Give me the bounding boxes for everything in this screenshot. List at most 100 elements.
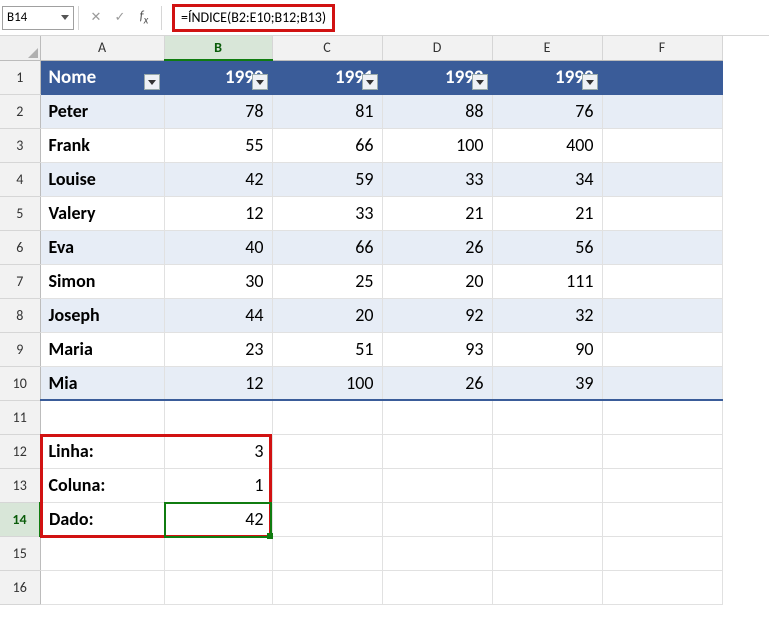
filter-icon[interactable] <box>144 74 160 90</box>
filter-icon[interactable] <box>582 74 598 90</box>
cell[interactable]: Mia <box>40 366 164 400</box>
cell[interactable]: 400 <box>492 128 602 162</box>
cell[interactable] <box>272 434 382 468</box>
cell[interactable] <box>602 94 722 128</box>
cell[interactable] <box>272 536 382 570</box>
cell[interactable] <box>602 230 722 264</box>
cell[interactable]: 30 <box>164 264 272 298</box>
fx-icon[interactable]: fx <box>137 9 151 27</box>
dado-label[interactable]: Dado: <box>40 502 164 536</box>
cell[interactable]: 25 <box>272 264 382 298</box>
cell[interactable]: 20 <box>382 264 492 298</box>
cell[interactable] <box>272 400 382 434</box>
linha-label[interactable]: Linha: <box>40 434 164 468</box>
cell[interactable] <box>40 536 164 570</box>
col-header-F[interactable]: F <box>602 36 722 60</box>
cell[interactable]: Louise <box>40 162 164 196</box>
linha-value[interactable]: 3 <box>164 434 272 468</box>
name-box[interactable]: B14 <box>2 6 74 30</box>
cell[interactable]: 26 <box>382 230 492 264</box>
row-header[interactable]: 1 <box>0 60 40 94</box>
cell[interactable] <box>382 468 492 502</box>
filter-icon[interactable] <box>362 74 378 90</box>
cell[interactable]: 12 <box>164 196 272 230</box>
row-header[interactable]: 7 <box>0 264 40 298</box>
cell[interactable]: Peter <box>40 94 164 128</box>
row-header[interactable]: 2 <box>0 94 40 128</box>
cell[interactable]: 40 <box>164 230 272 264</box>
cell[interactable] <box>382 400 492 434</box>
row-header[interactable]: 13 <box>0 468 40 502</box>
row-header[interactable]: 3 <box>0 128 40 162</box>
col-header-B[interactable]: B <box>164 36 272 60</box>
col-header-C[interactable]: C <box>272 36 382 60</box>
coluna-value[interactable]: 1 <box>164 468 272 502</box>
cell[interactable] <box>602 162 722 196</box>
cell[interactable]: 56 <box>492 230 602 264</box>
cell[interactable]: 100 <box>382 128 492 162</box>
cell[interactable]: 39 <box>492 366 602 400</box>
col-header-A[interactable]: A <box>40 36 164 60</box>
cell[interactable] <box>382 536 492 570</box>
cell[interactable] <box>40 570 164 604</box>
cell[interactable]: 66 <box>272 128 382 162</box>
cell[interactable]: 92 <box>382 298 492 332</box>
row-header[interactable]: 6 <box>0 230 40 264</box>
header-1992[interactable]: 1992 <box>382 60 492 94</box>
row-header[interactable]: 5 <box>0 196 40 230</box>
cell[interactable]: 21 <box>492 196 602 230</box>
cell[interactable] <box>602 298 722 332</box>
cell[interactable] <box>602 332 722 366</box>
cell[interactable]: 34 <box>492 162 602 196</box>
cell[interactable]: 20 <box>272 298 382 332</box>
cell[interactable]: 81 <box>272 94 382 128</box>
row-header[interactable]: 4 <box>0 162 40 196</box>
row-header[interactable]: 11 <box>0 400 40 434</box>
header-1991[interactable]: 1991 <box>272 60 382 94</box>
cell[interactable] <box>382 502 492 536</box>
worksheet-grid[interactable]: A B C D E F 1 Nome 1990 1991 1992 1993 2… <box>0 36 769 605</box>
row-header[interactable]: 16 <box>0 570 40 604</box>
cell[interactable]: 51 <box>272 332 382 366</box>
cell[interactable] <box>382 434 492 468</box>
accept-formula-icon[interactable]: ✓ <box>113 10 127 25</box>
cell[interactable]: 32 <box>492 298 602 332</box>
cell[interactable] <box>602 468 722 502</box>
cell[interactable]: Maria <box>40 332 164 366</box>
cell[interactable]: 93 <box>382 332 492 366</box>
cell[interactable] <box>272 502 382 536</box>
cell[interactable]: 42 <box>164 162 272 196</box>
row-header[interactable]: 10 <box>0 366 40 400</box>
filter-icon[interactable] <box>252 74 268 90</box>
cell[interactable]: Simon <box>40 264 164 298</box>
cell[interactable] <box>602 60 722 94</box>
dado-value[interactable]: 42 <box>164 502 272 536</box>
row-header[interactable]: 9 <box>0 332 40 366</box>
cell[interactable]: 111 <box>492 264 602 298</box>
header-1990[interactable]: 1990 <box>164 60 272 94</box>
cell[interactable]: Frank <box>40 128 164 162</box>
cell[interactable] <box>602 502 722 536</box>
cell[interactable]: 88 <box>382 94 492 128</box>
filter-icon[interactable] <box>472 74 488 90</box>
cell[interactable]: 44 <box>164 298 272 332</box>
select-all-corner[interactable] <box>0 36 40 60</box>
cell[interactable] <box>492 502 602 536</box>
cell[interactable]: 23 <box>164 332 272 366</box>
cell[interactable]: Joseph <box>40 298 164 332</box>
cell[interactable] <box>164 536 272 570</box>
cell[interactable] <box>602 400 722 434</box>
cell[interactable]: 33 <box>272 196 382 230</box>
cell[interactable] <box>164 570 272 604</box>
cell[interactable]: 59 <box>272 162 382 196</box>
cell[interactable] <box>602 196 722 230</box>
header-nome[interactable]: Nome <box>40 60 164 94</box>
header-1993[interactable]: 1993 <box>492 60 602 94</box>
cell[interactable] <box>382 570 492 604</box>
cell[interactable]: 33 <box>382 162 492 196</box>
cell[interactable]: 66 <box>272 230 382 264</box>
cell[interactable]: 55 <box>164 128 272 162</box>
cell[interactable] <box>164 400 272 434</box>
row-header[interactable]: 14 <box>0 502 40 536</box>
cell[interactable] <box>602 264 722 298</box>
